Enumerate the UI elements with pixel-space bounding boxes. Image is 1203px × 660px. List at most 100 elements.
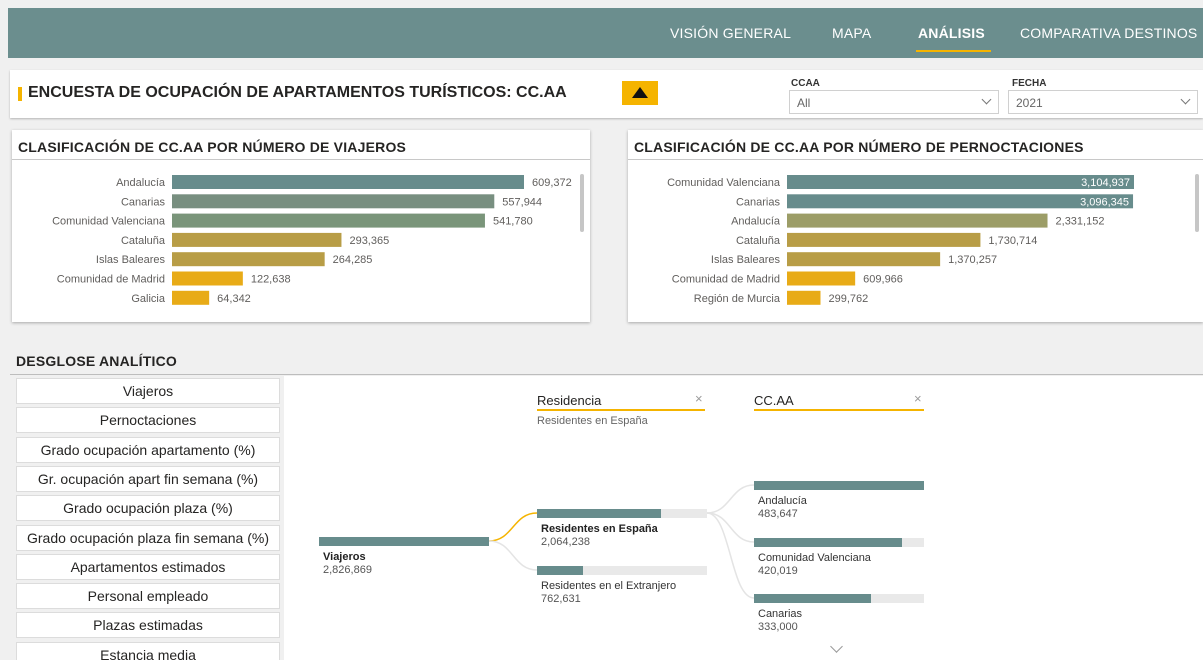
level-residencia-header[interactable]: Residencia [537,393,601,408]
level-ccaa-header[interactable]: CC.AA [754,393,794,408]
bar-comunidad-de-madrid[interactable] [172,271,243,286]
value-label-comunidad-de-madrid: 122,638 [251,274,291,286]
value-label-region-de-murcia: 299,762 [829,293,869,305]
node-value: 2,826,869 [323,564,372,576]
close-icon[interactable]: × [914,391,922,406]
category-label-cataluna: Cataluña [121,235,166,247]
bar-islas-baleares[interactable] [787,252,941,267]
value-label-comunidad-de-madrid: 609,966 [863,274,903,286]
value-label-islas-baleares: 264,285 [333,254,373,266]
viajeros-chart-panel: CLASIFICACIÓN DE CC.AA POR NÚMERO DE VIA… [12,130,590,322]
close-icon[interactable]: × [695,391,703,406]
value-label-comunidad-valenciana: 541,780 [493,216,533,228]
category-label-andalucia: Andalucía [731,216,781,228]
value-label-cataluna: 293,365 [349,235,389,247]
node-value: 762,631 [541,593,581,605]
viajeros-bar-chart: Andalucía 609,372 Canarias 557,944 Comunidad… [52,175,572,305]
category-label-cataluna: Cataluña [736,235,781,247]
desglose-title: DESGLOSE ANALÍTICO [16,353,177,369]
panel-divider [628,159,1203,160]
bar-islas-baleares[interactable] [172,252,325,267]
filter-fecha-dropdown[interactable]: 2021 [1008,90,1198,114]
value-label-islas-baleares: 1,370,257 [948,254,997,266]
measure-button-pernoctaciones[interactable]: Pernoctaciones [16,407,280,434]
filter-ccaa-value: All [797,96,811,110]
category-label-canarias: Canarias [121,196,166,208]
node-value: 333,000 [758,621,798,633]
category-label-andalucia: Andalucía [116,177,166,189]
measure-button-gr-ocupacion-apart-fin-semana[interactable]: Gr. ocupación apart fin semana (%) [16,465,280,492]
pernoctaciones-bar-chart: Comunidad Valenciana 3,104,937 Canarias 3,0… [667,175,1134,305]
node-fill [537,509,662,518]
node-name: Residentes en España [541,523,658,535]
chart-scrollbar[interactable] [580,174,584,232]
nav-comparativa-destinos[interactable]: COMPARATIVA DESTINOS [1020,8,1197,58]
category-label-canarias: Canarias [736,196,781,208]
measure-button-plazas-estimadas[interactable]: Plazas estimadas [16,612,280,639]
value-label-andalucia: 609,372 [532,177,572,189]
category-label-region-de-murcia: Región de Murcia [694,293,781,305]
nav-mapa[interactable]: MAPA [832,8,871,58]
level-residencia-underline [537,409,705,411]
bar-andalucia[interactable] [787,213,1048,228]
chart-scrollbar[interactable] [1195,174,1199,232]
bar-comunidad-valenciana[interactable] [172,213,485,228]
node-name: Comunidad Valenciana [758,552,871,564]
node-name: Canarias [758,608,803,620]
node-value: 420,019 [758,565,798,577]
bar-region-de-murcia[interactable] [787,290,821,305]
title-accent-bar [18,87,22,101]
collapse-button[interactable] [622,81,658,105]
category-label-comunidad-valenciana: Comunidad Valenciana [667,177,781,189]
node-fill [754,538,902,547]
measure-button-grado-ocupacion-apartamento[interactable]: Grado ocupación apartamento (%) [16,436,280,463]
bar-cataluna[interactable] [787,232,981,247]
category-label-galicia: Galicia [131,293,166,305]
chevron-down-icon [981,94,992,105]
node-fill [537,566,583,575]
tree-connectors [488,484,755,599]
value-label-canarias: 557,944 [502,196,542,208]
category-label-islas-baleares: Islas Baleares [96,254,166,266]
triangle-up-icon [632,87,648,98]
node-name: Viajeros [323,551,366,563]
measure-button-apartamentos-estimados[interactable]: Apartamentos estimados [16,553,280,580]
panel-divider [12,159,590,160]
measure-button-estancia-media[interactable]: Estancia media [16,641,280,660]
chevron-down-icon [1180,94,1191,105]
node-fill [754,481,924,490]
node-value: 2,064,238 [541,536,590,548]
connector-espana-valenciana [706,512,755,543]
value-label-comunidad-valenciana: 3,104,937 [1081,177,1130,189]
measure-button-grado-ocupacion-plaza-fin-semana[interactable]: Grado ocupación plaza fin semana (%) [16,524,280,551]
section-divider [10,374,1203,375]
node-name: Residentes en el Extranjero [541,580,677,592]
bar-canarias[interactable] [172,194,495,209]
connector-root-espana [488,512,538,542]
pernoctaciones-chart-title: CLASIFICACIÓN DE CC.AA POR NÚMERO DE PER… [634,139,1084,155]
measure-button-grado-ocupacion-plaza[interactable]: Grado ocupación plaza (%) [16,495,280,522]
value-label-cataluna: 1,730,714 [988,235,1037,247]
bar-comunidad-de-madrid[interactable] [787,271,856,286]
node-fill [754,594,872,603]
connector-espana-andalucia [706,484,755,514]
top-nav: VISIÓN GENERAL MAPA ANÁLISIS COMPARATIVA… [8,8,1203,58]
nav-vision-general[interactable]: VISIÓN GENERAL [670,8,791,58]
decomposition-tree: Residencia × Residentes en España CC.AA … [284,376,1203,660]
bar-galicia[interactable] [172,290,210,305]
node-name: Andalucía [758,495,807,507]
level-residencia-filter: Residentes en España [537,415,648,427]
value-label-andalucia: 2,331,152 [1056,216,1105,228]
category-label-comunidad-de-madrid: Comunidad de Madrid [672,274,780,286]
node-value: 483,647 [758,508,798,520]
connector-root-extranjero [488,540,538,571]
value-label-canarias: 3,096,345 [1080,196,1129,208]
filter-ccaa-dropdown[interactable]: All [789,90,999,114]
category-label-comunidad-valenciana: Comunidad Valenciana [52,216,166,228]
pernoctaciones-chart-panel: CLASIFICACIÓN DE CC.AA POR NÚMERO DE PER… [628,130,1203,322]
measure-button-personal-empleado[interactable]: Personal empleado [16,583,280,610]
measure-button-viajeros[interactable]: Viajeros [16,378,280,404]
bar-cataluna[interactable] [172,232,342,247]
connector-espana-canarias [706,512,755,599]
bar-andalucia[interactable] [172,175,524,189]
